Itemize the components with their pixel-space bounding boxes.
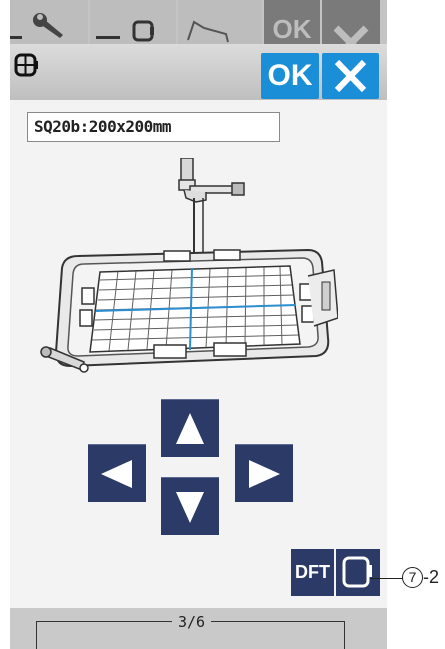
hoop-icon [342, 556, 372, 588]
default-position-button[interactable]: DFT [291, 549, 334, 596]
jog-right-button[interactable] [235, 444, 293, 502]
hoop-icon [14, 53, 38, 77]
callout-number: 7 [402, 567, 423, 588]
jog-down-button[interactable] [161, 477, 219, 535]
arrow-down-icon [176, 492, 204, 523]
arrow-right-icon [249, 460, 280, 488]
callout-leader-line [370, 578, 403, 579]
close-icon [334, 59, 367, 93]
stitch-icon [187, 20, 229, 43]
tab-settings[interactable] [10, 0, 88, 44]
hoop-name-display: SQ20b:200x200mm [27, 112, 280, 142]
cancel-button[interactable] [322, 53, 379, 99]
page-indicator: 3/6 [37, 613, 346, 632]
hoop-illustration [40, 158, 338, 373]
callout-suffix: -2 [423, 567, 440, 587]
close-icon [333, 25, 369, 61]
tab-close-button[interactable] [322, 0, 380, 61]
top-tab-bar: OK [10, 0, 387, 61]
wrench-icon [10, 13, 63, 39]
ok-button[interactable]: OK [261, 53, 319, 99]
arrow-up-icon [176, 413, 204, 444]
bottom-bar: 3/6 [10, 608, 387, 649]
tab-ok-button[interactable]: OK [264, 0, 320, 44]
jog-left-button[interactable] [88, 444, 146, 502]
tab-stitch[interactable] [178, 0, 262, 44]
lcd-screen: OK OK SQ20b:200x200mm DFT 3/6 [10, 0, 387, 649]
callout-label: 7 -2 [402, 567, 439, 588]
jog-up-button[interactable] [161, 399, 219, 457]
tab-hoop[interactable] [90, 0, 176, 44]
page-number: 3/6 [171, 613, 212, 631]
arrow-left-icon [101, 460, 132, 488]
page-frame: 3/6 [36, 613, 345, 649]
hoop-icon [96, 20, 154, 42]
hoop-select-button[interactable] [336, 549, 380, 596]
